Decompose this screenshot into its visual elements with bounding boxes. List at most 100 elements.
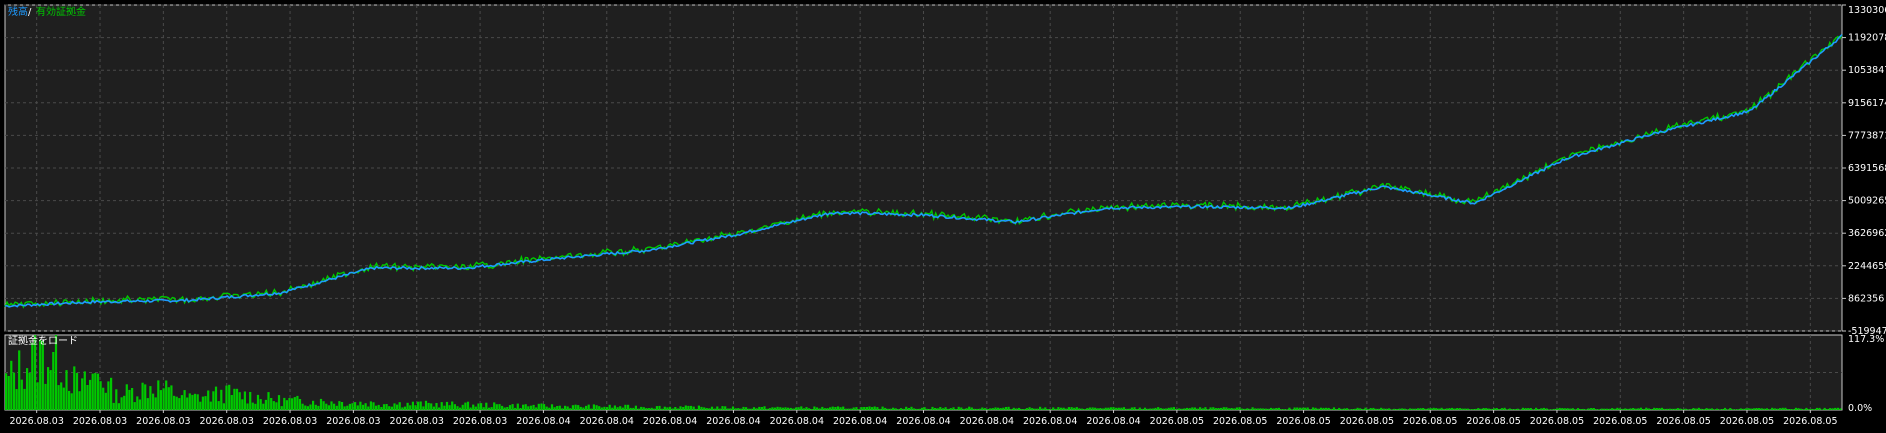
load-bar	[196, 394, 199, 410]
load-bar	[745, 407, 748, 410]
load-bar	[1765, 408, 1769, 410]
load-bar	[737, 408, 740, 410]
load-bar	[188, 393, 191, 410]
load-bar	[818, 408, 821, 410]
load-bar	[1734, 409, 1737, 410]
load-bar	[760, 407, 763, 410]
load-bar	[871, 407, 874, 410]
load-bar	[498, 404, 501, 410]
load-bar	[721, 406, 724, 410]
load-bar	[1251, 407, 1254, 410]
load-bar	[1658, 408, 1661, 410]
load-bar	[532, 404, 535, 410]
load-bar	[117, 403, 120, 410]
load-bar	[910, 406, 913, 410]
load-bar	[1083, 409, 1086, 410]
y-tick-label: 9156174	[1848, 98, 1886, 109]
load-bar	[821, 406, 824, 410]
load-bar	[1388, 408, 1391, 410]
load-bar	[1325, 407, 1328, 410]
load-bar	[1710, 408, 1713, 410]
load-bar	[333, 403, 336, 410]
load-bar	[1723, 407, 1727, 410]
load-bar	[566, 406, 569, 410]
load-bar	[687, 405, 690, 410]
load-bar	[306, 406, 309, 410]
load-bar	[947, 408, 950, 410]
load-bar	[1823, 407, 1826, 410]
load-bar	[1044, 407, 1047, 410]
load-bar	[934, 408, 937, 410]
load-bar	[739, 408, 742, 410]
load-bar	[382, 404, 386, 410]
load-bar	[1498, 409, 1501, 410]
load-bar	[805, 407, 808, 410]
load-bar	[149, 386, 152, 410]
load-bar	[1374, 408, 1378, 410]
load-panel-title: 証拠金をロード	[8, 334, 78, 347]
load-bar	[201, 396, 204, 410]
load-bar	[298, 399, 302, 410]
load-bar	[561, 408, 564, 410]
load-bar	[396, 404, 399, 410]
x-tick-label: 2026.08.04	[580, 416, 634, 427]
load-bar	[78, 391, 81, 410]
load-bar	[1322, 407, 1325, 410]
load-bar	[1479, 408, 1482, 410]
load-bar	[199, 401, 202, 410]
x-tick-label: 2026.08.04	[833, 416, 887, 427]
load-bar	[1241, 408, 1244, 410]
load-bar	[913, 408, 916, 410]
load-bar	[1684, 408, 1687, 410]
load-bar	[1057, 407, 1060, 410]
chart-canvas: 13303063 11920780 10538477 9156174 7773871 63…	[0, 0, 1886, 429]
load-bar	[138, 399, 141, 410]
load-bar	[1052, 407, 1055, 410]
load-bar	[1676, 408, 1679, 410]
load-bar	[564, 405, 567, 410]
load-bar	[1737, 409, 1740, 410]
load-bar	[1445, 408, 1448, 410]
x-tick-label: 2026.08.03	[73, 416, 127, 427]
load-bar	[537, 403, 540, 410]
load-bar	[264, 399, 267, 410]
load-bar	[102, 387, 105, 410]
load-bar	[794, 407, 798, 410]
load-bar	[1248, 408, 1252, 410]
load-bar	[1039, 406, 1042, 410]
load-bar	[1201, 408, 1204, 410]
load-bar	[1120, 407, 1123, 410]
load-bar	[650, 407, 653, 410]
load-bar	[361, 404, 365, 410]
load-bar	[89, 379, 92, 410]
load-bar	[39, 339, 42, 410]
load-bar	[695, 408, 698, 410]
load-bar	[535, 407, 538, 410]
load-bar	[1340, 408, 1343, 410]
load-bar	[472, 404, 475, 410]
load-bar	[1679, 408, 1682, 410]
load-bar	[154, 397, 157, 410]
load-bar	[474, 406, 477, 410]
load-bar	[1773, 408, 1776, 410]
load-bar	[28, 372, 31, 410]
load-bar	[666, 407, 669, 410]
load-bar	[1023, 409, 1026, 410]
load-bar	[482, 407, 485, 410]
load-bar	[1430, 408, 1433, 410]
load-bar	[68, 390, 71, 410]
load-bar	[1692, 408, 1695, 410]
load-bar	[511, 404, 514, 410]
load-bar	[545, 406, 548, 410]
load-bar	[388, 406, 391, 410]
load-bar	[1485, 408, 1488, 410]
load-bar	[776, 406, 779, 410]
load-bar	[742, 406, 745, 410]
load-bar	[724, 406, 727, 410]
load-bar	[1010, 409, 1013, 410]
load-bar	[1212, 407, 1215, 410]
load-bar	[238, 392, 241, 410]
load-bar	[125, 384, 128, 410]
load-bar	[1634, 408, 1637, 410]
load-bar	[330, 401, 333, 410]
